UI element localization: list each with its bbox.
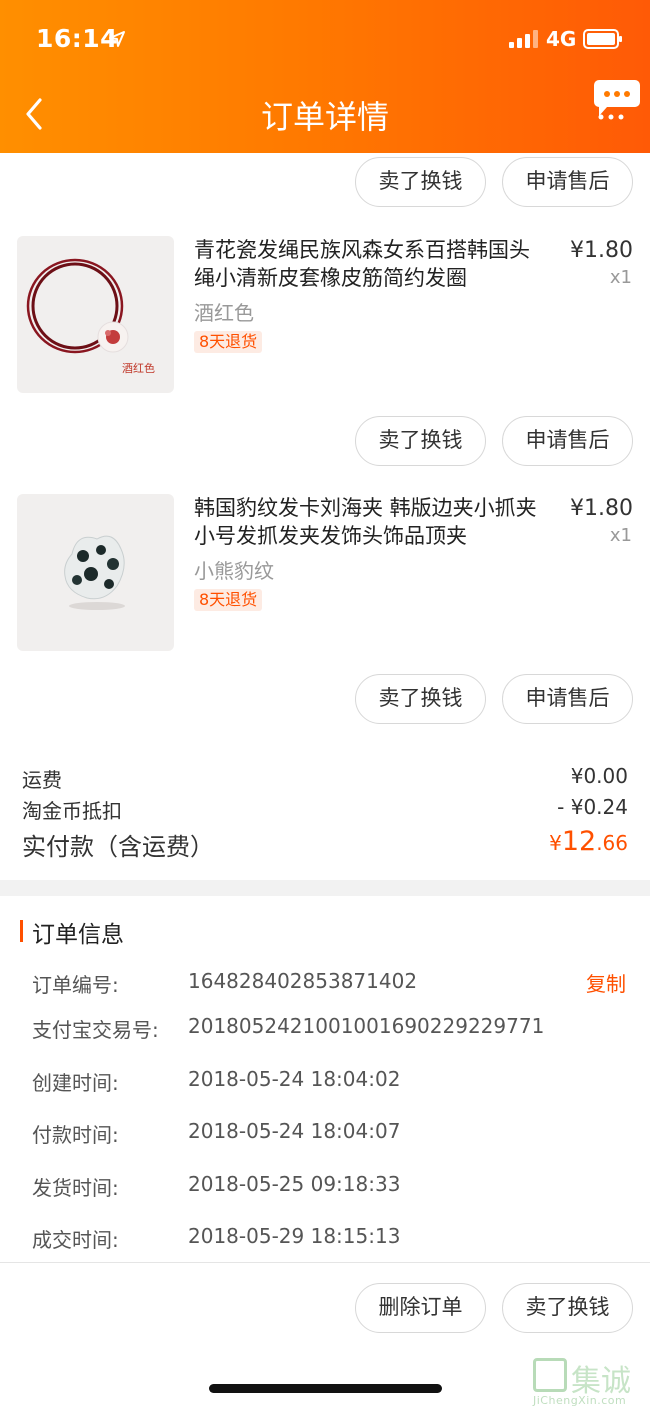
sell-button[interactable]: 卖了换钱 [355, 674, 486, 724]
product-title[interactable]: 韩国豹纹发卡刘海夹 韩版边夹小抓夹 小号发抓发夹发饰头饰品顶夹 [194, 494, 549, 550]
return-policy-badge: 8天退货 [194, 589, 263, 611]
product-title[interactable]: 青花瓷发绳民族风森女系百搭韩国头绳小清新皮套橡皮筋简约发圈 [194, 236, 549, 292]
after-sale-button-top[interactable]: 申请售后 [502, 157, 633, 207]
image-caption: 酒红色 [122, 362, 155, 375]
section-divider [0, 880, 650, 896]
product-image-hair-clip[interactable] [17, 494, 174, 651]
order-info-title: 订单信息 [32, 922, 124, 948]
sell-button-top[interactable]: 卖了换钱 [355, 157, 486, 207]
completed-time-label: 成交时间: [32, 1228, 119, 1252]
return-policy-badge: 8天退货 [194, 331, 263, 353]
product-image-hair-tie[interactable]: 酒红色 [17, 236, 174, 393]
created-time-label: 创建时间: [32, 1071, 119, 1095]
total-paid-value: ¥12.66 [549, 826, 628, 857]
app-header: 16:14 4G 订单详情 [0, 0, 650, 153]
status-time: 16:14 [36, 24, 119, 53]
coin-discount-value: - ¥0.24 [557, 795, 628, 819]
copy-order-number-button[interactable]: 复制 [586, 968, 626, 997]
after-sale-button[interactable]: 申请售后 [502, 416, 633, 466]
coin-discount-label: 淘金币抵扣 [22, 799, 122, 823]
watermark-url: JiChengXin.com [533, 1394, 627, 1407]
total-paid-label: 实付款（含运费） [22, 833, 214, 861]
page-title: 订单详情 [260, 98, 389, 136]
total-currency: ¥ [549, 831, 562, 855]
watermark-mark-icon [533, 1358, 567, 1392]
alipay-trade-value: 2018052421001001690229229771 [188, 1014, 545, 1038]
shipping-value: ¥0.00 [570, 764, 628, 788]
product-sku: 酒红色 [194, 301, 254, 325]
product-quantity: x1 [609, 525, 632, 546]
order-number-label: 订单编号: [32, 973, 119, 997]
paid-time-value: 2018-05-24 18:04:07 [188, 1119, 401, 1143]
watermark-logo: 集诚信 JiChengXin.com [533, 1356, 648, 1407]
total-decimal: .66 [596, 831, 628, 855]
message-bubble-icon[interactable] [593, 76, 641, 122]
product-quantity: x1 [609, 267, 632, 288]
sell-button-footer[interactable]: 卖了换钱 [502, 1283, 633, 1333]
after-sale-button[interactable]: 申请售后 [502, 674, 633, 724]
product-sku: 小熊豹纹 [194, 559, 274, 583]
paid-time-label: 付款时间: [32, 1123, 119, 1147]
order-number-value: 164828402853871402 [188, 969, 418, 993]
location-arrow-icon [109, 31, 125, 47]
sell-button[interactable]: 卖了换钱 [355, 416, 486, 466]
shipped-time-label: 发货时间: [32, 1176, 119, 1200]
section-accent-bar [20, 920, 23, 942]
total-integer: 12 [561, 826, 597, 857]
product-price: ¥1.80 [570, 496, 633, 521]
created-time-value: 2018-05-24 18:04:02 [188, 1067, 401, 1091]
network-type: 4G [546, 27, 577, 51]
delete-order-button[interactable]: 删除订单 [355, 1283, 486, 1333]
home-indicator[interactable] [209, 1384, 442, 1393]
hair-clip-image [64, 535, 125, 610]
completed-time-value: 2018-05-29 18:15:13 [188, 1224, 401, 1248]
cellular-signal-icon [509, 30, 539, 48]
shipping-label: 运费 [22, 768, 62, 792]
shipped-time-value: 2018-05-25 09:18:33 [188, 1172, 401, 1196]
footer-divider [0, 1262, 650, 1263]
product-price: ¥1.80 [570, 238, 633, 263]
battery-icon [583, 29, 622, 49]
alipay-trade-label: 支付宝交易号: [32, 1018, 159, 1042]
